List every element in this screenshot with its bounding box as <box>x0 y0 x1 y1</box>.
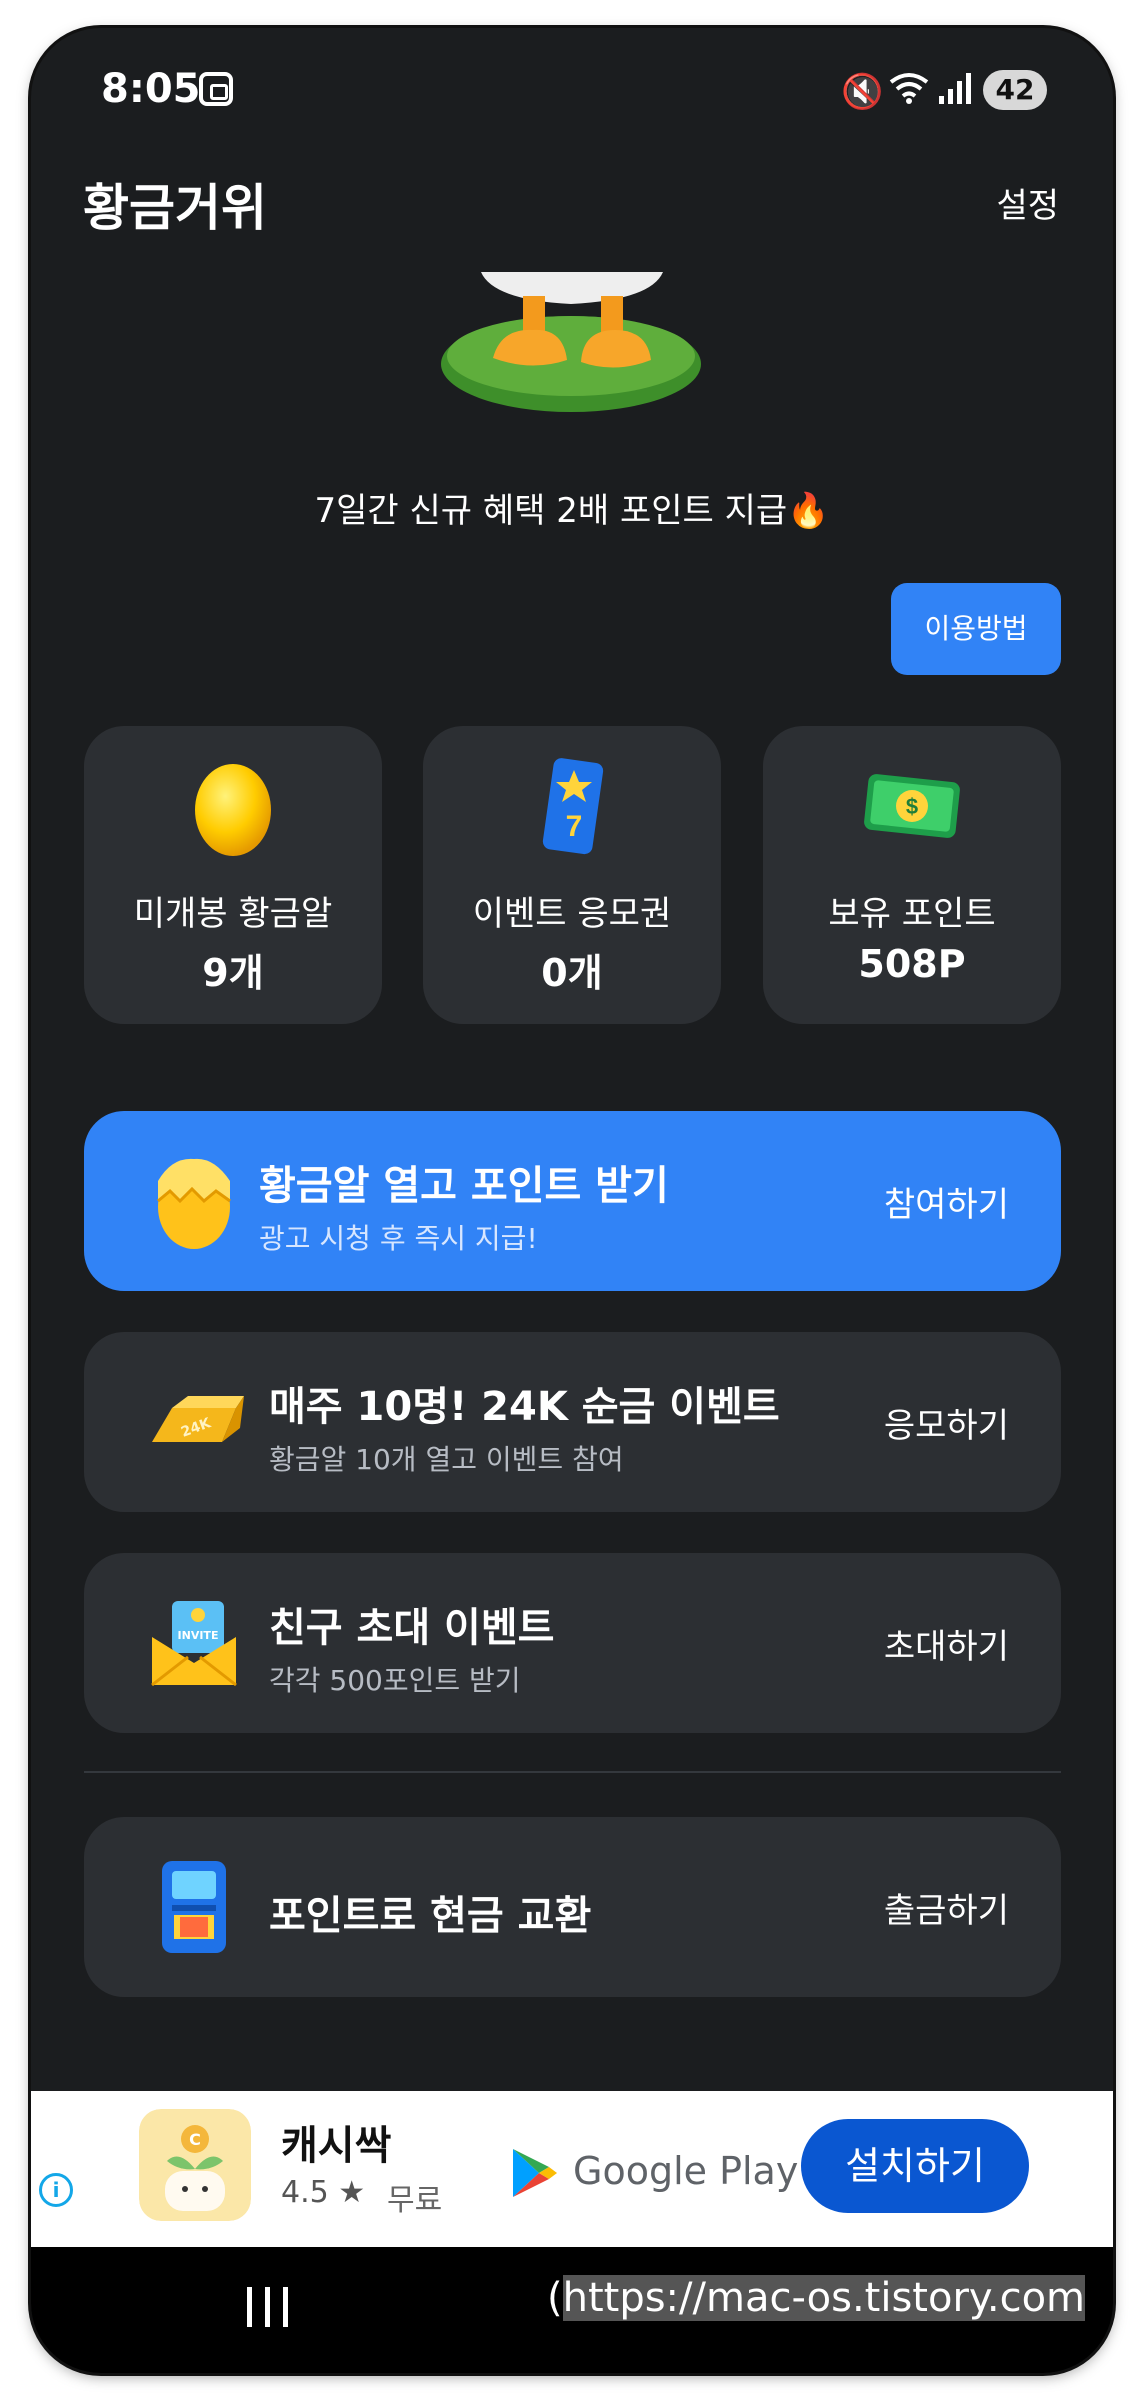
watermark-url: https://mac-os.tistory.com <box>562 2275 1086 2321</box>
stat-value: 0개 <box>541 951 603 995</box>
stat-label: 이벤트 응모권 <box>472 894 672 934</box>
status-bar: 8:05 🔇 42 <box>31 28 1113 148</box>
signal-icon <box>939 72 975 104</box>
participate-button[interactable]: 참여하기 <box>884 1177 1009 1226</box>
card-title: 친구 초대 이벤트 <box>269 1605 555 1651</box>
wifi-icon <box>889 73 929 104</box>
cash-out-card[interactable]: 포인트로 현금 교환 출금하기 <box>84 1817 1061 1997</box>
status-time: 8:05 <box>101 66 201 112</box>
invite-button[interactable]: 초대하기 <box>884 1619 1009 1668</box>
stat-value: 508P <box>858 942 966 986</box>
card-title: 황금알 열고 포인트 받기 <box>259 1163 669 1209</box>
stat-value: 9개 <box>202 951 264 995</box>
withdraw-button[interactable]: 출금하기 <box>884 1883 1009 1932</box>
ticket-icon: 7 <box>542 758 604 855</box>
atm-icon <box>162 1861 226 1953</box>
golden-egg-icon <box>195 764 271 856</box>
card-title: 매주 10명! 24K 순금 이벤트 <box>269 1384 780 1430</box>
settings-button[interactable]: 설정 <box>996 178 1059 227</box>
card-title: 포인트로 현금 교환 <box>269 1893 592 1939</box>
svg-text:C: C <box>189 2130 201 2149</box>
cracked-egg-icon <box>157 1158 231 1249</box>
phone-screen: 8:05 🔇 42 황금거위 설정 7일간 신규 혜택 2배 포인트 지급🔥 이… <box>31 28 1113 2373</box>
invite-envelope-icon: INVITE <box>151 1601 237 1687</box>
divider <box>84 1771 1061 1773</box>
stat-label: 보유 포인트 <box>828 894 996 934</box>
svg-text:$: $ <box>906 794 918 819</box>
gold-bar-icon: 24K <box>152 1396 244 1442</box>
app-icon: C <box>139 2109 251 2221</box>
screen-recorder-icon <box>199 72 233 106</box>
invite-card-label: INVITE <box>178 1629 219 1642</box>
card-subtitle: 황금알 10개 열고 이벤트 참여 <box>269 1443 624 1476</box>
google-play-label: Google Play <box>573 2149 799 2193</box>
card-subtitle: 각각 500포인트 받기 <box>269 1664 521 1697</box>
ad-info-icon[interactable]: i <box>39 2173 73 2207</box>
ad-banner[interactable]: i C 캐시싹 4.5 ★ 무료 Google Play 설치하기 <box>31 2091 1113 2247</box>
apply-button[interactable]: 응모하기 <box>884 1398 1009 1447</box>
ad-app-name: 캐시싹 <box>281 2123 392 2169</box>
install-button[interactable]: 설치하기 <box>801 2119 1029 2213</box>
navigation-bar: (https://mac-os.tistory.com <box>31 2247 1113 2373</box>
watermark: (https://mac-os.tistory.com <box>547 2275 1086 2321</box>
battery-indicator: 42 <box>983 70 1047 110</box>
svg-text:7: 7 <box>566 810 583 843</box>
money-icon: $ <box>864 774 960 838</box>
gold-event-card[interactable]: 24K 매주 10명! 24K 순금 이벤트 황금알 10개 열고 이벤트 참여… <box>84 1332 1061 1512</box>
stat-event-tickets[interactable]: 7 이벤트 응모권 0개 <box>423 726 721 1024</box>
recent-apps-icon[interactable] <box>247 2287 291 2327</box>
page-title: 황금거위 <box>83 179 267 237</box>
promo-text: 7일간 신규 혜택 2배 포인트 지급🔥 <box>314 491 830 531</box>
invite-card[interactable]: INVITE 친구 초대 이벤트 각각 500포인트 받기 초대하기 <box>84 1553 1061 1733</box>
mute-icon: 🔇 <box>841 72 884 112</box>
ad-rating: 4.5 ★ <box>281 2175 366 2210</box>
google-play-icon <box>513 2149 557 2197</box>
open-egg-card[interactable]: 황금알 열고 포인트 받기 광고 시청 후 즉시 지급! 참여하기 <box>84 1111 1061 1291</box>
stat-unopened-eggs[interactable]: 미개봉 황금알 9개 <box>84 726 382 1024</box>
card-subtitle: 광고 시청 후 즉시 지급! <box>259 1222 538 1255</box>
ad-price: 무료 <box>387 2183 443 2218</box>
watermark-paren: ( <box>547 2275 563 2321</box>
stat-label: 미개봉 황금알 <box>133 894 333 934</box>
how-to-use-button[interactable]: 이용방법 <box>891 583 1061 675</box>
stat-points[interactable]: $ 보유 포인트 508P <box>763 726 1061 1024</box>
goose-mascot-image <box>441 272 701 412</box>
